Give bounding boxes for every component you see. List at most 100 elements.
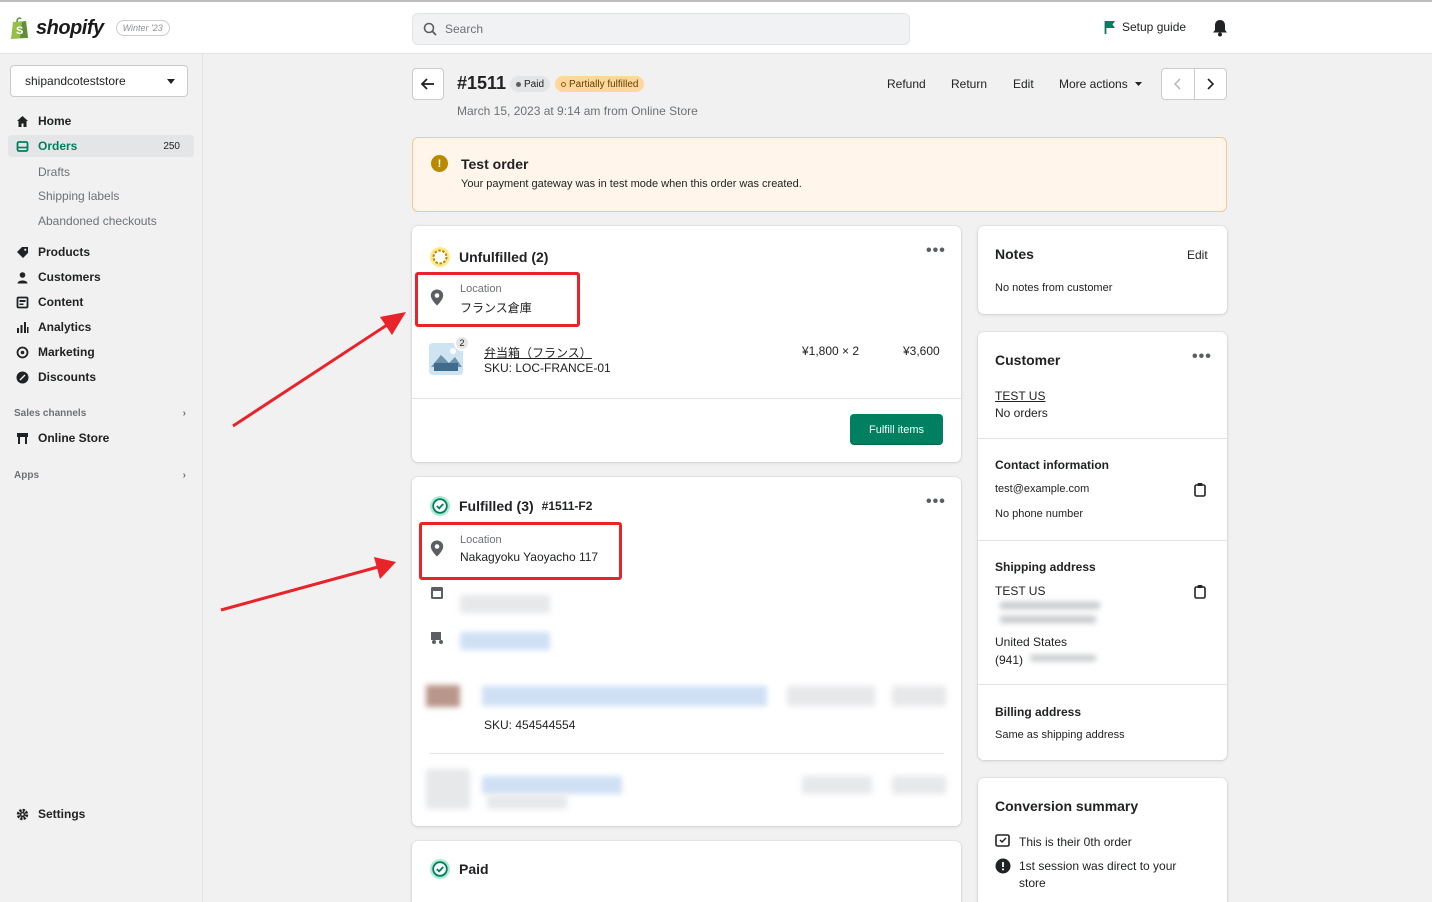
- sidebar-item-label: Online Store: [38, 431, 110, 445]
- order-subtitle: March 15, 2023 at 9:14 am from Online St…: [457, 104, 698, 118]
- truck-icon: [431, 632, 443, 644]
- redacted-product-name: [482, 776, 622, 794]
- sidebar-subitem-abandoned-checkouts[interactable]: Abandoned checkouts: [38, 214, 157, 228]
- sidebar-item-label: Orders: [38, 139, 78, 153]
- annotation-arrow: [232, 312, 406, 428]
- orders-count-badge: 250: [157, 139, 186, 153]
- flag-icon: [1104, 21, 1115, 34]
- redacted-total: [892, 686, 946, 706]
- analytics-icon: [17, 321, 29, 333]
- apps-header[interactable]: Apps ›: [14, 470, 186, 481]
- paid-check-icon: [430, 859, 450, 879]
- sidebar-item-content[interactable]: Content: [8, 291, 194, 313]
- sidebar-subitem-shipping-labels[interactable]: Shipping labels: [38, 189, 119, 203]
- sidebar-item-analytics[interactable]: Analytics: [8, 316, 194, 338]
- fulfilled-title: Fulfilled (3) #1511-F2: [429, 495, 592, 517]
- sidebar-item-orders[interactable]: Orders 250: [8, 135, 194, 157]
- divider: [430, 753, 944, 754]
- notes-text: No notes from customer: [995, 282, 1113, 294]
- sales-channels-header[interactable]: Sales channels ›: [14, 408, 186, 419]
- refund-button[interactable]: Refund: [887, 77, 926, 91]
- fulfilled-title-text: Fulfilled (3): [459, 498, 534, 514]
- search-input[interactable]: Search: [412, 13, 910, 45]
- content-icon: [16, 296, 29, 308]
- person-icon: [17, 271, 28, 283]
- sidebar-item-label: Analytics: [38, 320, 92, 334]
- customer-card: Customer ••• TEST US No orders Contact i…: [978, 332, 1227, 760]
- more-actions-button[interactable]: More actions: [1059, 77, 1142, 91]
- brand-name: shopify: [36, 16, 104, 39]
- unit-price: ¥1,800 × 2: [802, 344, 860, 358]
- unfulfilled-title-text: Unfulfilled (2): [459, 249, 549, 265]
- copy-icon[interactable]: [1193, 482, 1207, 497]
- fulfill-items-button[interactable]: Fulfill items: [850, 414, 943, 445]
- caret-down-icon: [167, 78, 175, 84]
- sidebar-item-online-store[interactable]: Online Store: [8, 427, 194, 449]
- paid-title: Paid: [429, 858, 489, 880]
- redacted-thumbnail: [426, 685, 460, 707]
- unfulfilled-title: Unfulfilled (2): [429, 246, 548, 268]
- more-options-icon[interactable]: •••: [926, 493, 946, 511]
- more-options-icon[interactable]: •••: [1192, 348, 1212, 366]
- edit-button[interactable]: Edit: [1013, 77, 1034, 91]
- customer-name-link[interactable]: TEST US: [995, 389, 1045, 403]
- sidebar-item-customers[interactable]: Customers: [8, 266, 194, 288]
- search-icon: [423, 22, 437, 36]
- notes-title: Notes: [995, 246, 1034, 262]
- product-link[interactable]: 弁当箱（フランス）: [484, 344, 592, 361]
- sidebar-item-discounts[interactable]: Discounts: [8, 366, 194, 388]
- redacted-sku: [487, 795, 567, 809]
- unfulfilled-card: Unfulfilled (2) ••• Location フランス倉庫 2 弁当…: [412, 226, 961, 462]
- conversion-summary-title: Conversion summary: [995, 798, 1139, 814]
- arrow-left-icon: [421, 78, 434, 90]
- order-pager: [1161, 68, 1227, 100]
- customer-email-link[interactable]: test@example.com: [995, 483, 1089, 495]
- sidebar-item-label: Home: [38, 114, 72, 128]
- sidebar-item-marketing[interactable]: Marketing: [8, 341, 194, 363]
- conversion-session-line: 1st session was direct to your: [1019, 859, 1177, 873]
- sidebar-item-settings[interactable]: Settings: [8, 803, 194, 825]
- next-order-button[interactable]: [1195, 69, 1227, 99]
- shopify-logo[interactable]: S shopify Winter '23: [10, 16, 170, 40]
- sidebar-subitem-drafts[interactable]: Drafts: [38, 165, 70, 179]
- search-placeholder: Search: [445, 22, 484, 36]
- billing-address-text: Same as shipping address: [995, 729, 1125, 741]
- return-button[interactable]: Return: [951, 77, 987, 91]
- shipping-name: TEST US: [995, 584, 1046, 598]
- product-sku: SKU: 454544554: [484, 718, 576, 732]
- store-icon: [17, 432, 28, 444]
- store-name: shipandcoteststore: [25, 74, 126, 88]
- conversion-session-line-cont: store: [1019, 876, 1046, 890]
- back-button[interactable]: [412, 68, 444, 100]
- bell-icon[interactable]: [1212, 19, 1228, 37]
- more-options-icon[interactable]: •••: [926, 242, 946, 260]
- calendar-icon: [431, 587, 443, 599]
- conversion-order-line: This is their 0th order: [1019, 835, 1132, 849]
- store-selector[interactable]: shipandcoteststore: [10, 65, 188, 97]
- sidebar-item-label: Marketing: [38, 345, 95, 359]
- sidebar-item-label: Customers: [38, 270, 101, 284]
- annotation-highlight-box: [415, 272, 580, 327]
- sidebar-item-home[interactable]: Home: [8, 110, 194, 132]
- chevron-right-icon: ›: [182, 408, 186, 419]
- redacted-thumbnail: [426, 769, 470, 809]
- redacted-tracking: [460, 632, 550, 650]
- previous-order-button[interactable]: [1162, 69, 1195, 99]
- billing-address-heading: Billing address: [995, 705, 1082, 719]
- chevron-left-icon: [1174, 78, 1181, 90]
- paid-status-badge: Paid: [510, 76, 551, 92]
- home-icon: [17, 115, 28, 127]
- svg-text:S: S: [16, 25, 23, 37]
- copy-icon[interactable]: [1193, 584, 1207, 599]
- chevron-right-icon: [1207, 78, 1214, 90]
- notes-edit-link[interactable]: Edit: [1187, 248, 1208, 262]
- partial-badge-label: Partially fulfilled: [569, 78, 639, 90]
- setup-guide-link[interactable]: Setup guide: [1104, 20, 1186, 34]
- banner-text: Your payment gateway was in test mode wh…: [461, 178, 802, 190]
- sidebar-item-products[interactable]: Products: [8, 241, 194, 263]
- redacted-address-line: [1000, 616, 1096, 623]
- divider: [978, 540, 1227, 541]
- sidebar-item-label: Products: [38, 245, 91, 259]
- caret-down-icon: [1134, 82, 1142, 86]
- customer-phone: No phone number: [995, 508, 1084, 520]
